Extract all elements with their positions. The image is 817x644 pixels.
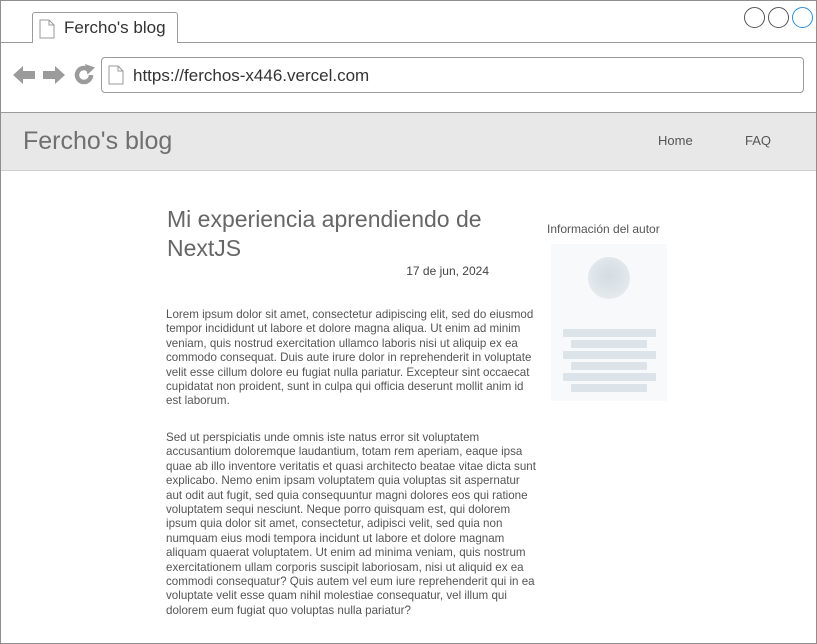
url-text: https://ferchos-x446.vercel.com xyxy=(133,66,370,85)
author-avatar-placeholder xyxy=(588,257,630,299)
site-header: Fercho's blog Home FAQ xyxy=(1,113,816,171)
author-card-placeholder xyxy=(551,244,667,401)
window-control-circle[interactable] xyxy=(792,7,813,28)
window-control-circle[interactable] xyxy=(768,7,789,28)
tab-bar: Fercho's blog xyxy=(1,1,816,44)
window-controls xyxy=(744,7,813,28)
author-section-title: Información del autor xyxy=(547,222,660,236)
nav-link-home[interactable]: Home xyxy=(658,133,693,148)
skeleton-line xyxy=(563,329,656,337)
browser-toolbar: https://ferchos-x446.vercel.com xyxy=(1,43,816,113)
doc-icon xyxy=(39,19,55,39)
skeleton-line xyxy=(563,351,656,359)
browser-tab[interactable]: Fercho's blog xyxy=(32,12,178,44)
post-date: 17 de jun, 2024 xyxy=(406,264,489,278)
back-arrow-icon[interactable] xyxy=(12,63,36,87)
skeleton-line xyxy=(571,384,647,392)
doc-icon xyxy=(108,65,124,85)
nav-link-faq[interactable]: FAQ xyxy=(745,133,771,148)
browser-window: Fercho's blog https://ferchos-x446.verce… xyxy=(0,0,817,644)
address-bar[interactable]: https://ferchos-x446.vercel.com xyxy=(101,57,804,93)
skeleton-line xyxy=(563,373,656,381)
post-paragraph: Sed ut perspiciatis unde omnis iste natu… xyxy=(166,431,536,617)
forward-arrow-icon[interactable] xyxy=(42,63,66,87)
tab-title: Fercho's blog xyxy=(64,18,166,37)
skeleton-line xyxy=(571,362,647,370)
window-control-circle[interactable] xyxy=(744,7,765,28)
site-brand[interactable]: Fercho's blog xyxy=(23,127,172,156)
reload-icon[interactable] xyxy=(72,63,96,87)
post-paragraph: Lorem ipsum dolor sit amet, consectetur … xyxy=(166,308,534,408)
post-title: Mi experiencia aprendiendo de NextJS xyxy=(167,206,482,261)
skeleton-line xyxy=(571,340,647,348)
